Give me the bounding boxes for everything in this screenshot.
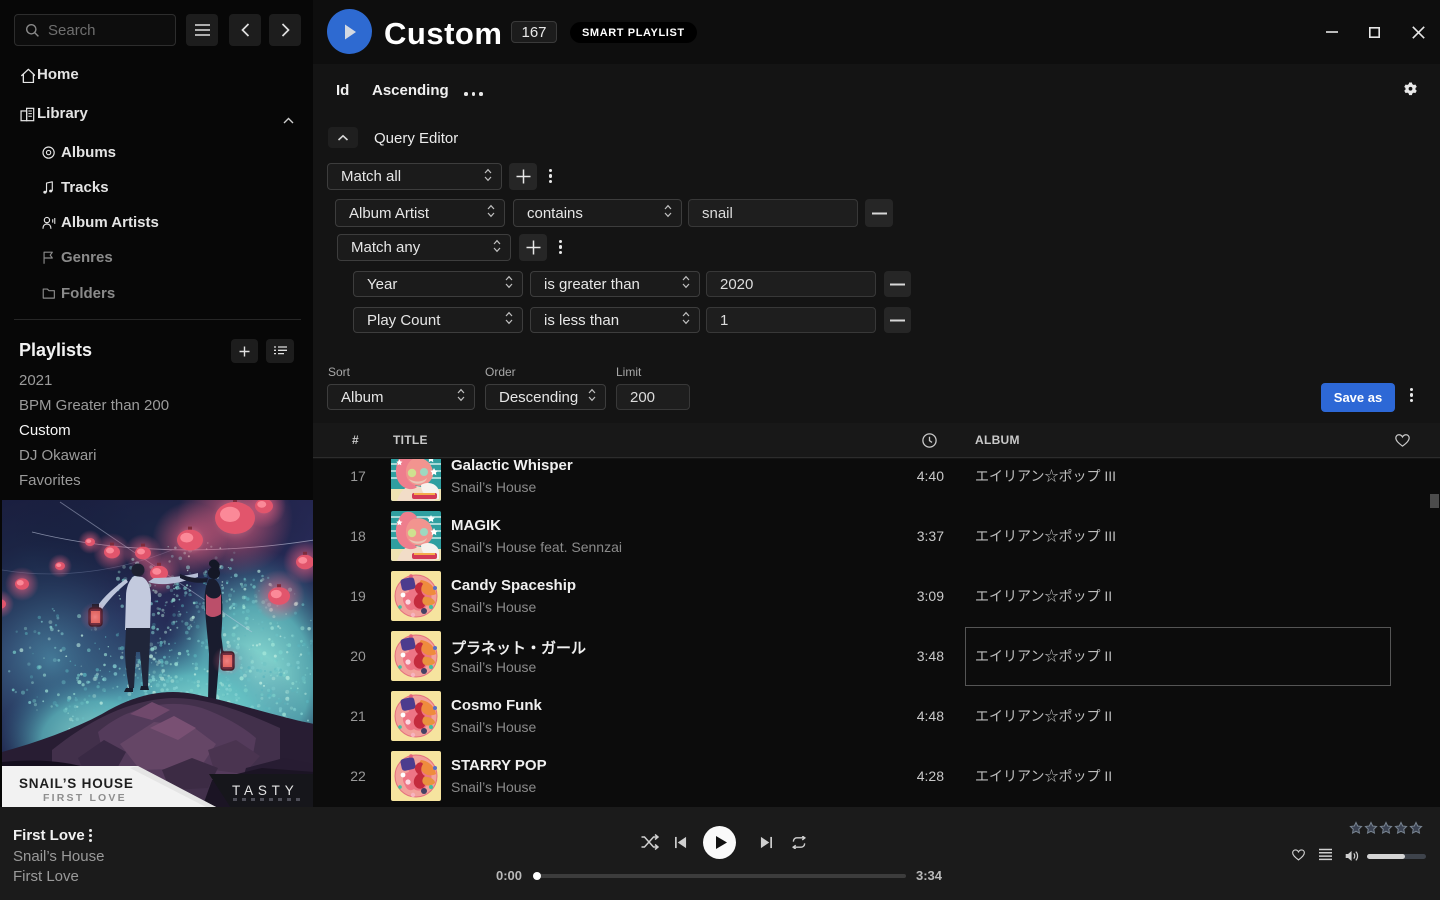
svg-text:TASTY: TASTY <box>232 783 299 798</box>
svg-text:SNAIL’S HOUSE: SNAIL’S HOUSE <box>19 776 134 791</box>
svg-text:FIRST LOVE: FIRST LOVE <box>43 792 127 804</box>
